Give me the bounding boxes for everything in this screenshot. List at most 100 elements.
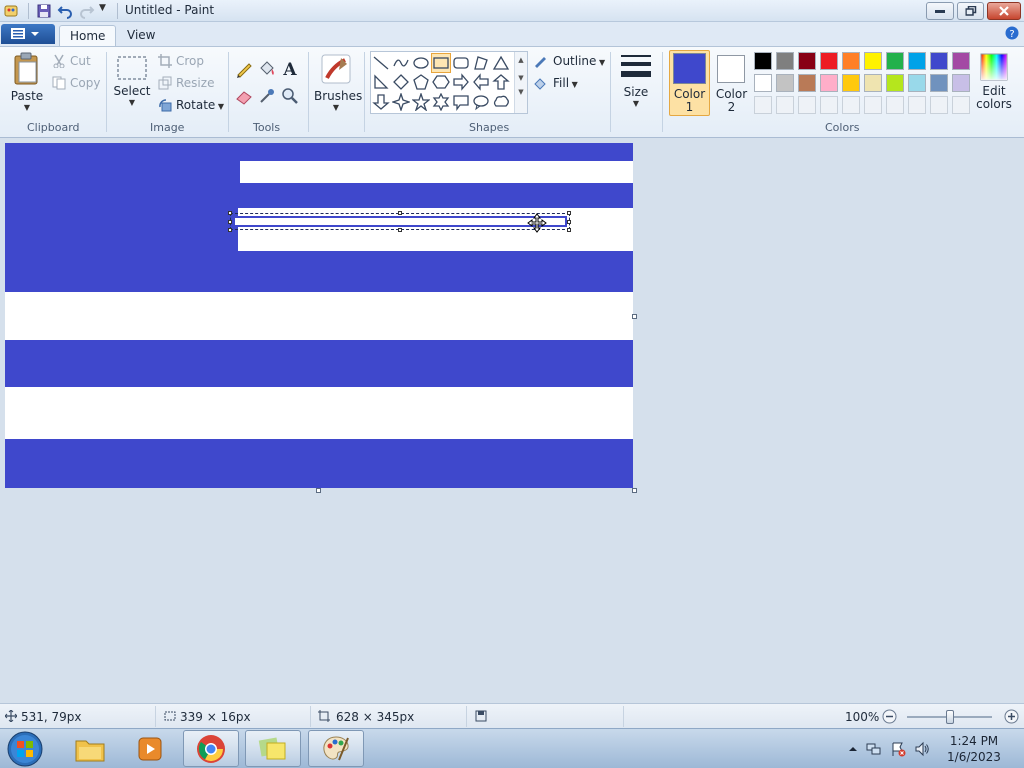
- polygon-shape-icon[interactable]: [472, 54, 490, 72]
- color-picker-icon[interactable]: [257, 86, 277, 106]
- selection-handle[interactable]: [228, 211, 232, 215]
- pentagon-shape-icon[interactable]: [412, 73, 430, 91]
- rectangle-shape-icon[interactable]: [431, 53, 451, 73]
- palette-color-swatch[interactable]: [930, 52, 948, 70]
- selection-handle[interactable]: [567, 211, 571, 215]
- zoom-out-icon[interactable]: [882, 709, 897, 724]
- action-center-flag-icon[interactable]: [890, 741, 906, 757]
- cloud-callout-shape-icon[interactable]: [492, 93, 510, 111]
- start-button-icon[interactable]: [6, 730, 44, 768]
- palette-color-swatch[interactable]: [864, 74, 882, 92]
- paste-button[interactable]: Paste ▼: [8, 52, 46, 112]
- resize-button[interactable]: Resize: [158, 76, 214, 90]
- copy-button[interactable]: Copy: [52, 76, 100, 90]
- system-clock[interactable]: 1:24 PM 1/6/2023: [938, 733, 1010, 765]
- magnifier-icon[interactable]: [280, 86, 300, 106]
- palette-empty-swatch[interactable]: [776, 96, 794, 114]
- palette-color-swatch[interactable]: [798, 52, 816, 70]
- fill-button[interactable]: Fill ▼: [533, 76, 578, 90]
- network-icon[interactable]: [866, 741, 882, 757]
- line-shape-icon[interactable]: [372, 54, 390, 72]
- fill-bucket-icon[interactable]: [257, 59, 277, 79]
- restore-button[interactable]: [957, 2, 984, 20]
- undo-icon[interactable]: [57, 3, 73, 19]
- show-hidden-icons-icon[interactable]: [845, 741, 861, 757]
- right-triangle-shape-icon[interactable]: [372, 73, 390, 91]
- palette-empty-swatch[interactable]: [886, 96, 904, 114]
- canvas-resize-handle-corner[interactable]: [632, 488, 637, 493]
- five-point-star-shape-icon[interactable]: [412, 93, 430, 111]
- cut-button[interactable]: Cut: [52, 54, 91, 69]
- palette-color-swatch[interactable]: [908, 52, 926, 70]
- palette-empty-swatch[interactable]: [930, 96, 948, 114]
- crop-button[interactable]: Crop: [158, 54, 204, 68]
- palette-color-swatch[interactable]: [864, 52, 882, 70]
- rotate-button[interactable]: Rotate ▼: [158, 98, 224, 112]
- taskbar-explorer[interactable]: [62, 730, 118, 767]
- paint-menu-button[interactable]: [1, 24, 55, 44]
- redo-icon[interactable]: [79, 3, 95, 19]
- save-icon[interactable]: [36, 3, 52, 19]
- close-button[interactable]: [987, 2, 1021, 20]
- more-shapes-icon[interactable]: ▼: [515, 88, 527, 96]
- palette-color-swatch[interactable]: [930, 74, 948, 92]
- taskbar-chrome[interactable]: [183, 730, 239, 767]
- scroll-down-icon[interactable]: ▼: [515, 74, 527, 82]
- triangle-shape-icon[interactable]: [492, 54, 510, 72]
- rounded-rectangle-shape-icon[interactable]: [452, 54, 470, 72]
- palette-color-swatch[interactable]: [886, 52, 904, 70]
- palette-color-swatch[interactable]: [952, 52, 970, 70]
- canvas-resize-handle-bottom[interactable]: [316, 488, 321, 493]
- palette-color-swatch[interactable]: [952, 74, 970, 92]
- zoom-slider-thumb[interactable]: [946, 710, 954, 724]
- oval-callout-shape-icon[interactable]: [472, 93, 490, 111]
- palette-color-swatch[interactable]: [886, 74, 904, 92]
- four-point-star-shape-icon[interactable]: [392, 93, 410, 111]
- taskbar-media-player[interactable]: [122, 730, 178, 767]
- palette-color-swatch[interactable]: [754, 74, 772, 92]
- taskbar-sticky-notes[interactable]: [245, 730, 301, 767]
- size-button[interactable]: Size ▼: [616, 52, 656, 108]
- oval-shape-icon[interactable]: [412, 54, 430, 72]
- palette-color-swatch[interactable]: [820, 52, 838, 70]
- palette-color-swatch[interactable]: [776, 74, 794, 92]
- palette-color-swatch[interactable]: [842, 74, 860, 92]
- minimize-button[interactable]: [926, 2, 954, 20]
- palette-color-swatch[interactable]: [754, 52, 772, 70]
- tab-view[interactable]: View: [117, 25, 165, 46]
- help-icon[interactable]: ?: [1005, 26, 1019, 40]
- up-arrow-shape-icon[interactable]: [492, 73, 510, 91]
- six-point-star-shape-icon[interactable]: [432, 93, 450, 111]
- down-arrow-shape-icon[interactable]: [372, 93, 390, 111]
- selection-handle[interactable]: [228, 228, 232, 232]
- selection-handle[interactable]: [567, 228, 571, 232]
- selection-handle[interactable]: [398, 211, 402, 215]
- left-arrow-shape-icon[interactable]: [472, 73, 490, 91]
- zoom-in-icon[interactable]: [1004, 709, 1019, 724]
- hexagon-shape-icon[interactable]: [432, 73, 450, 91]
- right-arrow-shape-icon[interactable]: [452, 73, 470, 91]
- palette-empty-swatch[interactable]: [798, 96, 816, 114]
- diamond-shape-icon[interactable]: [392, 73, 410, 91]
- rounded-callout-shape-icon[interactable]: [452, 93, 470, 111]
- palette-color-swatch[interactable]: [908, 74, 926, 92]
- color-2-swatch[interactable]: [717, 55, 745, 83]
- palette-color-swatch[interactable]: [842, 52, 860, 70]
- text-tool-icon[interactable]: A: [280, 59, 300, 79]
- canvas-resize-handle-right[interactable]: [632, 314, 637, 319]
- paint-app-icon[interactable]: [3, 3, 19, 19]
- selection-handle[interactable]: [398, 228, 402, 232]
- outline-button[interactable]: Outline ▼: [533, 54, 605, 68]
- edit-colors-button[interactable]: Edit colors: [975, 52, 1013, 111]
- selection-handle[interactable]: [228, 220, 232, 224]
- palette-empty-swatch[interactable]: [952, 96, 970, 114]
- curve-shape-icon[interactable]: [392, 54, 410, 72]
- palette-color-swatch[interactable]: [776, 52, 794, 70]
- volume-icon[interactable]: [914, 741, 930, 757]
- palette-empty-swatch[interactable]: [864, 96, 882, 114]
- pencil-icon[interactable]: [234, 59, 254, 79]
- palette-empty-swatch[interactable]: [908, 96, 926, 114]
- palette-empty-swatch[interactable]: [754, 96, 772, 114]
- palette-color-swatch[interactable]: [798, 74, 816, 92]
- customize-quick-access-icon[interactable]: ▼: [99, 3, 106, 13]
